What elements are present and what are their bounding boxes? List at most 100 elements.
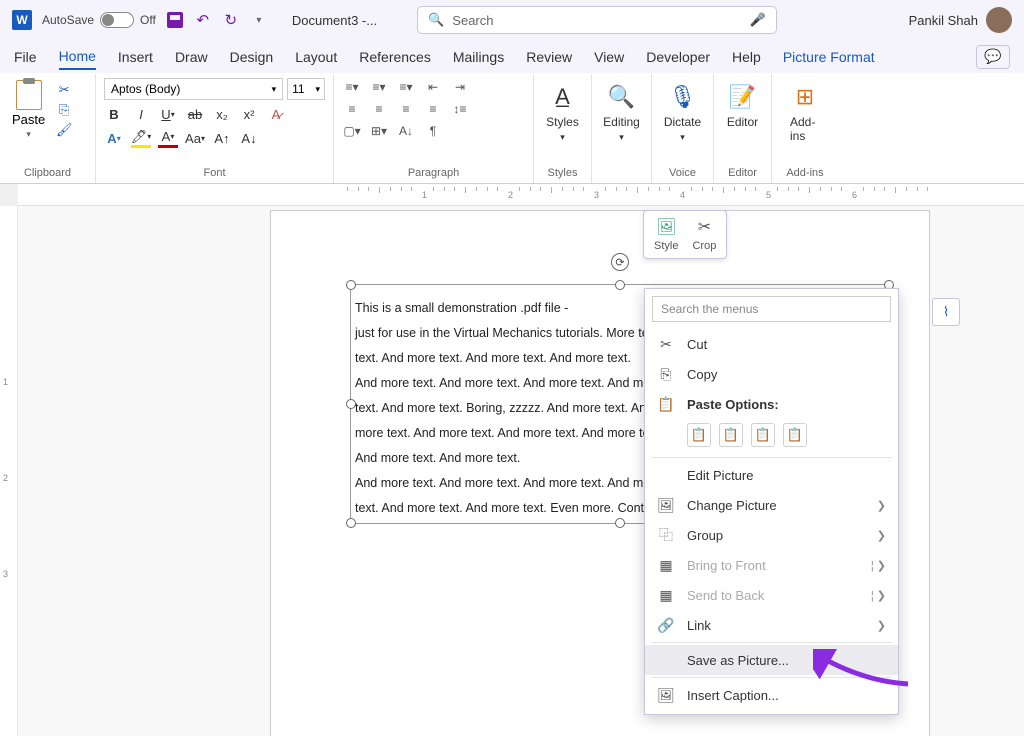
format-painter-icon[interactable]: 🖌 <box>55 122 73 138</box>
tab-home[interactable]: Home <box>59 44 96 70</box>
group-font: Aptos (Body)▾ 11▾ B I U▾ ab x₂ x² A̷ A▾ … <box>96 74 334 183</box>
menu-group[interactable]: ⿻Group❯ <box>645 520 898 550</box>
addins-button[interactable]: ⊞ Add-ins <box>780 78 830 147</box>
paste-button[interactable]: Paste ▾ <box>8 78 49 142</box>
align-center-button[interactable]: ≡ <box>369 100 389 118</box>
styles-button[interactable]: A̲ Styles▾ <box>542 78 583 147</box>
menu-insert-caption[interactable]: 🖼Insert Caption... <box>645 680 898 710</box>
horizontal-ruler[interactable]: 123456 <box>0 184 1024 206</box>
qat-dropdown-icon[interactable]: ▾ <box>250 11 268 29</box>
search-placeholder: Search <box>452 13 493 28</box>
tab-view[interactable]: View <box>594 45 624 69</box>
picture-style-button[interactable]: 🖼 Style <box>654 217 678 252</box>
cut-icon[interactable]: ✂ <box>55 82 73 98</box>
tab-draw[interactable]: Draw <box>175 45 208 69</box>
menu-label: Link <box>687 618 711 633</box>
save-icon[interactable] <box>166 11 184 29</box>
justify-button[interactable]: ≡ <box>423 100 443 118</box>
document-title[interactable]: Document3 -... <box>292 13 377 28</box>
menu-save-as-picture[interactable]: Save as Picture... <box>645 645 898 675</box>
toggle-icon[interactable] <box>100 12 134 28</box>
numbering-button[interactable]: ≡▾ <box>369 78 389 96</box>
tab-developer[interactable]: Developer <box>646 45 710 69</box>
menu-change-picture[interactable]: 🖼Change Picture❯ <box>645 490 898 520</box>
mic-icon[interactable]: 🎤 <box>750 12 766 28</box>
sort-button[interactable]: A↓ <box>396 122 416 140</box>
align-left-button[interactable]: ≡ <box>342 100 362 118</box>
paste-option-2[interactable]: 📋 <box>719 423 743 447</box>
font-name-select[interactable]: Aptos (Body)▾ <box>104 78 283 100</box>
resize-handle-n[interactable] <box>615 280 625 290</box>
undo-icon[interactable]: ↶ <box>194 11 212 29</box>
tab-file[interactable]: File <box>14 45 37 69</box>
tab-insert[interactable]: Insert <box>118 45 153 69</box>
grow-font-button[interactable]: A↑ <box>212 128 232 148</box>
font-size-select[interactable]: 11▾ <box>287 78 325 100</box>
highlight-button[interactable]: 🖊▾ <box>131 128 151 148</box>
editing-button[interactable]: 🔍 Editing▾ <box>600 78 643 147</box>
tab-design[interactable]: Design <box>230 45 274 69</box>
vertical-ruler[interactable]: 123 <box>0 206 18 736</box>
redo-icon[interactable]: ↻ <box>222 11 240 29</box>
italic-button[interactable]: I <box>131 104 151 124</box>
strike-button[interactable]: ab <box>185 104 205 124</box>
menu-bring-to-front: ▦Bring to Front¦ ❯ <box>645 550 898 580</box>
multilevel-button[interactable]: ≡▾ <box>396 78 416 96</box>
menu-search-input[interactable]: Search the menus <box>652 296 891 322</box>
paste-option-1[interactable]: 📋 <box>687 423 711 447</box>
tab-help[interactable]: Help <box>732 45 761 69</box>
menu-edit-picture[interactable]: Edit Picture <box>645 460 898 490</box>
group-styles: A̲ Styles▾ Styles <box>534 74 592 183</box>
tab-mailings[interactable]: Mailings <box>453 45 504 69</box>
context-menu: Search the menus ✂Cut ⎘Copy 📋Paste Optio… <box>644 288 899 715</box>
paste-option-4[interactable]: 📋 <box>783 423 807 447</box>
chevron-right-icon: ❯ <box>877 499 886 512</box>
line-spacing-button[interactable]: ↕≡ <box>450 100 470 118</box>
paste-options-row: 📋 📋 📋 📋 <box>645 419 898 455</box>
group-paragraph: ≡▾ ≡▾ ≡▾ ⇤ ⇥ ≡ ≡ ≡ ≡ ↕≡ ▢▾ ⊞▾ A↓ ¶ Parag… <box>334 74 534 183</box>
subscript-button[interactable]: x₂ <box>212 104 232 124</box>
text-effects-button[interactable]: A▾ <box>104 128 124 148</box>
comments-button[interactable]: 💬 <box>976 45 1010 69</box>
borders-button[interactable]: ⊞▾ <box>369 122 389 140</box>
editor-button[interactable]: 📝 Editor <box>722 78 763 133</box>
crop-button[interactable]: ✂ Crop <box>692 217 716 252</box>
autosave-state: Off <box>140 13 156 27</box>
menu-cut[interactable]: ✂Cut <box>645 329 898 359</box>
canvas[interactable]: ⟳ This is a small demonstration .pdf fil… <box>18 206 1024 736</box>
tab-layout[interactable]: Layout <box>295 45 337 69</box>
shrink-font-button[interactable]: A↓ <box>239 128 259 148</box>
underline-button[interactable]: U▾ <box>158 104 178 124</box>
superscript-button[interactable]: x² <box>239 104 259 124</box>
align-right-button[interactable]: ≡ <box>396 100 416 118</box>
bold-button[interactable]: B <box>104 104 124 124</box>
search-input[interactable]: 🔍 Search 🎤 <box>417 6 777 34</box>
copy-icon[interactable]: ⎘ <box>55 102 73 118</box>
show-marks-button[interactable]: ¶ <box>423 122 443 140</box>
tab-picture-format[interactable]: Picture Format <box>783 45 875 69</box>
menu-copy[interactable]: ⎘Copy <box>645 359 898 389</box>
user-account[interactable]: Pankil Shah <box>909 7 1012 33</box>
styles-label: Styles <box>546 115 579 129</box>
decrease-indent-button[interactable]: ⇤ <box>423 78 443 96</box>
rotate-handle-icon[interactable]: ⟳ <box>611 253 629 271</box>
tab-review[interactable]: Review <box>526 45 572 69</box>
resize-handle-nw[interactable] <box>346 280 356 290</box>
menu-link[interactable]: 🔗Link❯ <box>645 610 898 640</box>
link-icon: 🔗 <box>657 617 675 634</box>
clear-format-button[interactable]: A̷ <box>266 104 286 124</box>
paste-option-3[interactable]: 📋 <box>751 423 775 447</box>
font-color-button[interactable]: A▾ <box>158 128 178 148</box>
menu-label: Send to Back <box>687 588 764 603</box>
increase-indent-button[interactable]: ⇥ <box>450 78 470 96</box>
tab-references[interactable]: References <box>359 45 431 69</box>
autosave-toggle[interactable]: AutoSave Off <box>42 12 156 28</box>
change-case-button[interactable]: Aa▾ <box>185 128 205 148</box>
menu-label: Group <box>687 528 723 543</box>
user-name: Pankil Shah <box>909 13 978 28</box>
dictate-button[interactable]: 🎙 Dictate▾ <box>660 78 705 147</box>
chevron-right-icon: ¦ ❯ <box>871 559 886 572</box>
bullets-button[interactable]: ≡▾ <box>342 78 362 96</box>
layout-options-button[interactable]: ⌇ <box>932 298 960 326</box>
shading-button[interactable]: ▢▾ <box>342 122 362 140</box>
